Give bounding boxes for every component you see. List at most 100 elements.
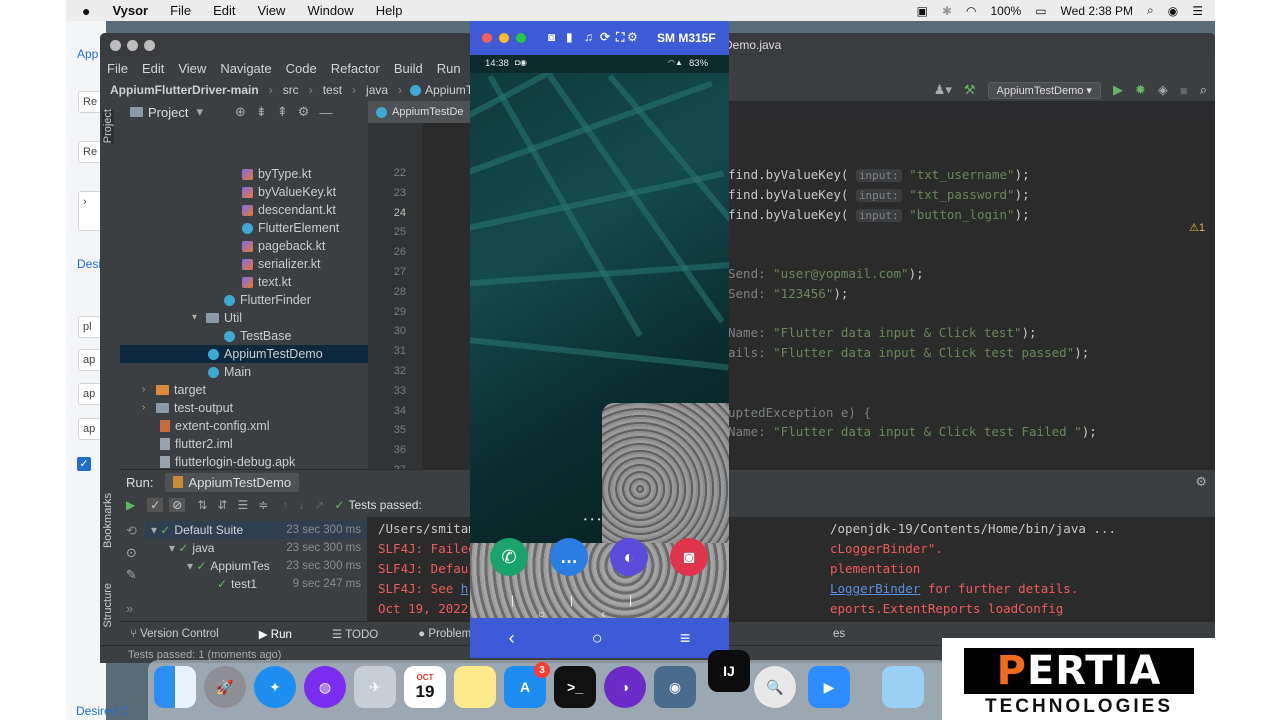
build-hammer-icon[interactable]: ⚒ <box>964 82 976 98</box>
ide-menu-code[interactable]: Code <box>286 61 317 76</box>
code-line[interactable]: Send: "123456"); <box>728 286 848 301</box>
battery-percent[interactable]: 100% <box>990 4 1021 18</box>
siri-icon[interactable]: ◉ <box>1168 4 1178 18</box>
code-line[interactable]: uptedException e) { <box>728 405 871 420</box>
internet-app-icon[interactable]: ◐ <box>610 538 648 576</box>
structure-tool-tab[interactable]: Structure <box>102 583 114 628</box>
chevron-icon[interactable]: ▾ <box>187 559 196 573</box>
audio-icon[interactable]: ♫ <box>584 30 593 44</box>
tab-services[interactable]: es <box>833 628 845 640</box>
control-center-icon[interactable]: ☰ <box>1192 4 1203 18</box>
console-link[interactable]: LoggerBinder <box>830 581 920 596</box>
messages-app-icon[interactable]: … <box>550 538 588 576</box>
finder-icon[interactable] <box>154 666 196 708</box>
fullscreen-icon[interactable]: ⛶ <box>616 30 624 45</box>
project-tool-tab[interactable]: Project <box>102 109 114 144</box>
test-node[interactable]: ▾ ✓ AppiumTes 23 sec 300 ms <box>145 557 367 575</box>
chevron-down-icon[interactable]: ▾ <box>196 104 203 120</box>
tab-todo[interactable]: ☰ TODO <box>332 627 398 641</box>
app-name[interactable]: Vysor <box>112 3 148 18</box>
android-studio-icon[interactable]: ◉ <box>654 666 696 708</box>
ide-menu-navigate[interactable]: Navigate <box>220 61 271 76</box>
warning-indicator[interactable]: ⚠1 <box>1189 221 1205 234</box>
tree-item[interactable]: text.kt <box>120 273 291 291</box>
tree-item[interactable]: flutterlogin-debug.apk <box>120 453 295 469</box>
ide-menu-build[interactable]: Build <box>394 61 423 76</box>
test-node[interactable]: ✓ test1 9 sec 247 ms <box>145 575 367 593</box>
bookmarks-tool-tab[interactable]: Bookmarks <box>102 493 114 548</box>
next-icon[interactable]: ↓ <box>298 498 304 512</box>
tree-item[interactable]: extent-config.xml <box>120 417 269 435</box>
menu-window[interactable]: Window <box>307 3 353 18</box>
collapse-icon[interactable]: ⇟ <box>256 104 267 120</box>
home-button[interactable]: ○ <box>592 628 603 649</box>
breadcrumb-src[interactable]: src <box>283 83 299 97</box>
tree-item[interactable]: › target <box>120 381 206 399</box>
desired-caps-link[interactable]: Desired C <box>76 704 129 718</box>
ide-menu-file[interactable]: File <box>107 61 128 76</box>
sort-duration-icon[interactable]: ⇵ <box>217 498 227 512</box>
ide-menu-refactor[interactable]: Refactor <box>331 61 380 76</box>
chevron-icon[interactable]: › <box>142 381 152 399</box>
export-icon[interactable]: ↗ <box>314 498 324 512</box>
tree-item[interactable]: ▾ Util <box>120 309 242 327</box>
back-button[interactable]: ‹ <box>509 628 515 649</box>
menu-help[interactable]: Help <box>376 3 403 18</box>
tab-run[interactable]: ▶ Run <box>259 627 312 641</box>
more-icon[interactable]: » <box>126 601 133 616</box>
tree-item[interactable]: flutter2.iml <box>120 435 233 453</box>
test-node[interactable]: ▾ ✓ Default Suite 23 sec 300 ms <box>145 521 367 539</box>
run-icon[interactable]: ▶ <box>1113 82 1123 98</box>
clock[interactable]: Wed 2:38 PM <box>1061 4 1133 18</box>
zoom-icon[interactable]: ▶ <box>808 666 850 708</box>
show-passed-icon[interactable]: ✓ <box>147 498 164 512</box>
search-everywhere-icon[interactable]: ⌕ <box>1200 82 1207 98</box>
debug-icon[interactable]: ✹ <box>1135 82 1146 98</box>
minimize-button[interactable] <box>499 33 509 43</box>
expand-icon[interactable]: ⇞ <box>277 104 288 120</box>
notes-icon[interactable] <box>454 666 496 708</box>
project-dropdown[interactable]: Project <box>148 105 188 120</box>
ide-menu-edit[interactable]: Edit <box>142 61 164 76</box>
user-icon[interactable]: ♟▾ <box>934 82 952 98</box>
bluetooth-icon[interactable]: ✱ <box>942 4 952 18</box>
app-store-icon[interactable]: A3 <box>504 662 550 708</box>
breadcrumb-test[interactable]: test <box>323 83 342 97</box>
menu-edit[interactable]: Edit <box>213 3 235 18</box>
expand-all-icon[interactable]: ☰ <box>237 498 248 512</box>
preview-icon[interactable]: ✈ <box>354 666 396 708</box>
sort-alpha-icon[interactable]: ⇅ <box>197 498 207 512</box>
coverage-icon[interactable]: ◈ <box>1158 82 1168 98</box>
wrench-icon[interactable]: ✎ <box>126 567 137 583</box>
breadcrumb-java[interactable]: java <box>366 83 388 97</box>
chevron-icon[interactable]: ▾ <box>192 309 202 327</box>
launchpad-icon[interactable]: 🚀 <box>204 666 246 708</box>
show-ignored-icon[interactable]: ⊘ <box>169 498 186 512</box>
gear-icon[interactable]: ⚙ <box>627 30 638 44</box>
code-line[interactable]: find.byValueKey( input: "button_login"); <box>728 207 1030 222</box>
stop-icon[interactable]: ■ <box>1180 83 1188 98</box>
tree-item[interactable]: TestBase <box>120 327 291 345</box>
chevron-icon[interactable]: › <box>142 399 152 417</box>
folder-icon[interactable] <box>882 666 924 708</box>
tree-item[interactable]: byType.kt <box>120 165 312 183</box>
battery-icon[interactable]: ▭ <box>1035 4 1046 18</box>
gear-icon[interactable]: ⚙ <box>298 104 310 120</box>
zoom-button[interactable] <box>144 40 155 51</box>
camera-icon[interactable]: ⊙ <box>126 545 137 561</box>
prev-icon[interactable]: ↑ <box>282 498 288 512</box>
calendar-icon[interactable]: OCT 19 <box>404 666 446 708</box>
run-tab[interactable]: AppiumTestDemo <box>165 472 300 492</box>
settings-icon[interactable]: ⚙ <box>1195 474 1207 490</box>
menu-file[interactable]: File <box>170 3 191 18</box>
tree-item[interactable]: FlutterFinder <box>120 291 311 309</box>
chevron-icon[interactable]: ▾ <box>151 523 160 537</box>
run-config-select[interactable]: AppiumTestDemo ▾ <box>987 81 1101 99</box>
code-line[interactable]: Name: "Flutter data input & Click test")… <box>728 325 1037 340</box>
rerun-icon[interactable]: ▶ <box>126 498 135 512</box>
close-button[interactable] <box>110 40 121 51</box>
terminal-icon[interactable]: >_ <box>554 666 596 708</box>
close-button[interactable] <box>482 33 492 43</box>
code-line[interactable]: ails: "Flutter data input & Click test p… <box>728 345 1089 360</box>
zoom-button[interactable] <box>516 33 526 43</box>
